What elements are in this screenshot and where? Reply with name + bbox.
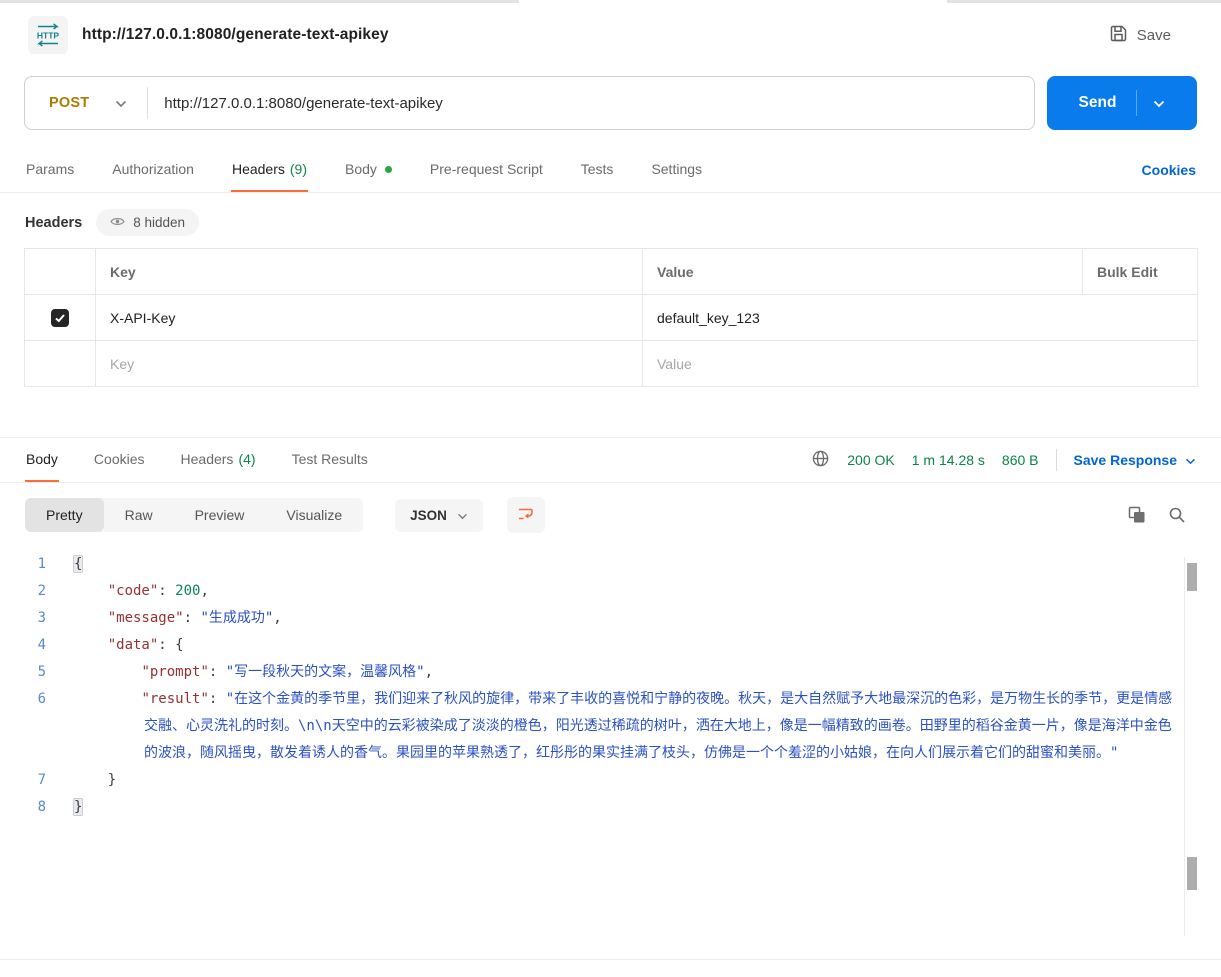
window-tab-strip-right xyxy=(947,0,1221,3)
request-url-row: POST Send xyxy=(24,76,1197,130)
eye-icon xyxy=(110,215,125,230)
line-number: 4 xyxy=(37,637,46,653)
request-title: http://127.0.0.1:8080/generate-text-apik… xyxy=(82,26,389,43)
tab-params[interactable]: Params xyxy=(25,148,75,192)
code-line[interactable]: 3 "message": "生成成功", xyxy=(0,605,1221,632)
save-icon xyxy=(1109,24,1128,47)
response-body-editor[interactable]: 1{2 "code": 200, 3 "message": "生成成功", 4 "d… xyxy=(0,551,1221,950)
new-value-input[interactable] xyxy=(657,355,1069,372)
code-line[interactable]: 8} xyxy=(0,794,1221,821)
line-number: 6 xyxy=(37,691,46,707)
row-checkbox[interactable] xyxy=(51,308,69,327)
send-button[interactable]: Send xyxy=(1047,76,1197,130)
save-response-label: Save Response xyxy=(1073,452,1178,468)
view-mode-pretty[interactable]: Pretty xyxy=(25,498,104,532)
code-line[interactable]: 7 } xyxy=(0,767,1221,794)
chevron-down-icon xyxy=(115,95,127,111)
language-label: JSON xyxy=(410,507,447,523)
header-row-empty xyxy=(24,340,1198,387)
scrollbar-thumb[interactable] xyxy=(1187,563,1197,591)
hidden-headers-label: 8 hidden xyxy=(133,215,186,230)
response-section: Body Cookies Headers (4) Test Results 200 OK… xyxy=(0,437,1221,960)
line-number: 7 xyxy=(37,772,46,788)
hidden-headers-toggle[interactable]: 8 hidden xyxy=(96,209,200,236)
header-row-x-api-key: X-API-Key default_key_123 xyxy=(24,294,1198,341)
header-value-cell[interactable]: default_key_123 xyxy=(642,294,1083,341)
line-number: 8 xyxy=(37,799,46,815)
line-number: 2 xyxy=(37,583,46,599)
language-selector[interactable]: JSON xyxy=(395,498,483,532)
scrollbar-track[interactable] xyxy=(1184,557,1197,936)
save-response-button[interactable]: Save Response xyxy=(1074,452,1197,468)
bulk-edit-button[interactable]: Bulk Edit xyxy=(1082,248,1198,295)
key-column-header: Key xyxy=(95,248,643,295)
send-label: Send xyxy=(1078,94,1117,111)
line-number: 3 xyxy=(37,610,46,626)
checkbox-column-header xyxy=(24,248,96,295)
response-viewer-bar: Pretty Raw Preview Visualize JSON xyxy=(0,483,1221,543)
svg-text:HTTP: HTTP xyxy=(37,31,60,41)
code-line[interactable]: 2 "code": 200, xyxy=(0,578,1221,605)
url-input[interactable] xyxy=(148,94,1034,112)
code-line[interactable]: 4 "data": { xyxy=(0,632,1221,659)
tab-body[interactable]: Body xyxy=(344,148,393,192)
header-key-cell[interactable]: X-API-Key xyxy=(95,294,643,341)
http-request-icon: HTTP xyxy=(28,16,68,54)
code-line[interactable]: 1{ xyxy=(0,551,1221,578)
headers-section-title: Headers xyxy=(25,214,83,231)
chevron-down-icon xyxy=(1185,452,1196,468)
response-status[interactable]: 200 OK xyxy=(847,452,894,468)
response-size[interactable]: 860 B xyxy=(1002,452,1039,468)
line-number: 5 xyxy=(37,664,46,680)
view-mode-visualize[interactable]: Visualize xyxy=(265,498,363,532)
tab-pre-request-script[interactable]: Pre-request Script xyxy=(429,148,544,192)
line-number: 1 xyxy=(37,556,46,572)
response-tab-test-results[interactable]: Test Results xyxy=(291,438,369,482)
response-tab-headers[interactable]: Headers (4) xyxy=(180,438,257,482)
divider xyxy=(1055,449,1057,471)
cookies-link[interactable]: Cookies xyxy=(1142,149,1196,191)
headers-editor-header: Headers 8 hidden xyxy=(0,193,1221,246)
response-tab-cookies[interactable]: Cookies xyxy=(93,438,146,482)
response-tabs: Body Cookies Headers (4) Test Results 200 OK… xyxy=(0,438,1221,483)
search-icon[interactable] xyxy=(1168,506,1186,524)
scrollbar-thumb-lower[interactable] xyxy=(1187,857,1197,890)
tab-authorization[interactable]: Authorization xyxy=(111,148,195,192)
header-row-end-cell xyxy=(1082,294,1198,341)
network-globe-icon[interactable] xyxy=(811,449,830,471)
wrap-lines-button[interactable] xyxy=(506,497,545,533)
method-selector[interactable]: POST xyxy=(25,77,147,129)
headers-table: Key Value Bulk Edit X-API-Key default_ke… xyxy=(24,248,1198,387)
save-button[interactable]: Save xyxy=(1099,18,1181,53)
tab-headers[interactable]: Headers (9) xyxy=(230,148,308,192)
view-mode-segmented-control: Pretty Raw Preview Visualize xyxy=(25,498,364,532)
copy-icon[interactable] xyxy=(1128,506,1146,524)
wrap-text-icon xyxy=(517,505,534,525)
unsaved-dot-icon xyxy=(384,165,392,173)
save-label: Save xyxy=(1136,26,1171,44)
new-key-input[interactable] xyxy=(110,355,628,372)
send-options-chevron-icon[interactable] xyxy=(1153,95,1165,111)
view-mode-raw[interactable]: Raw xyxy=(104,498,174,532)
headers-table-header-row: Key Value Bulk Edit xyxy=(24,248,1198,295)
pane-bottom-border xyxy=(0,959,1221,960)
value-column-header: Value xyxy=(642,248,1083,295)
divider xyxy=(1136,90,1138,116)
code-line[interactable]: 5 "prompt": "写一段秋天的文案，温馨风格", xyxy=(0,659,1221,686)
request-header: HTTP http://127.0.0.1:8080/generate-text… xyxy=(0,0,1221,54)
tab-tests[interactable]: Tests xyxy=(580,148,615,192)
response-tab-body[interactable]: Body xyxy=(25,438,59,482)
code-line[interactable]: 6 "result": "在这个金黄的季节里，我们迎来了秋风的旋律，带来了丰收的… xyxy=(0,686,1221,767)
tab-settings[interactable]: Settings xyxy=(650,148,703,192)
view-mode-preview[interactable]: Preview xyxy=(174,498,266,532)
chevron-down-icon xyxy=(457,508,468,523)
method-label: POST xyxy=(49,95,90,111)
response-time[interactable]: 1 m 14.28 s xyxy=(912,452,985,468)
code-lines: 1{2 "code": 200, 3 "message": "生成成功", 4 "d… xyxy=(0,551,1221,821)
request-tabs: Params Authorization Headers (9) Body Pre-req… xyxy=(0,148,1221,193)
window-tab-strip-left xyxy=(0,0,519,3)
